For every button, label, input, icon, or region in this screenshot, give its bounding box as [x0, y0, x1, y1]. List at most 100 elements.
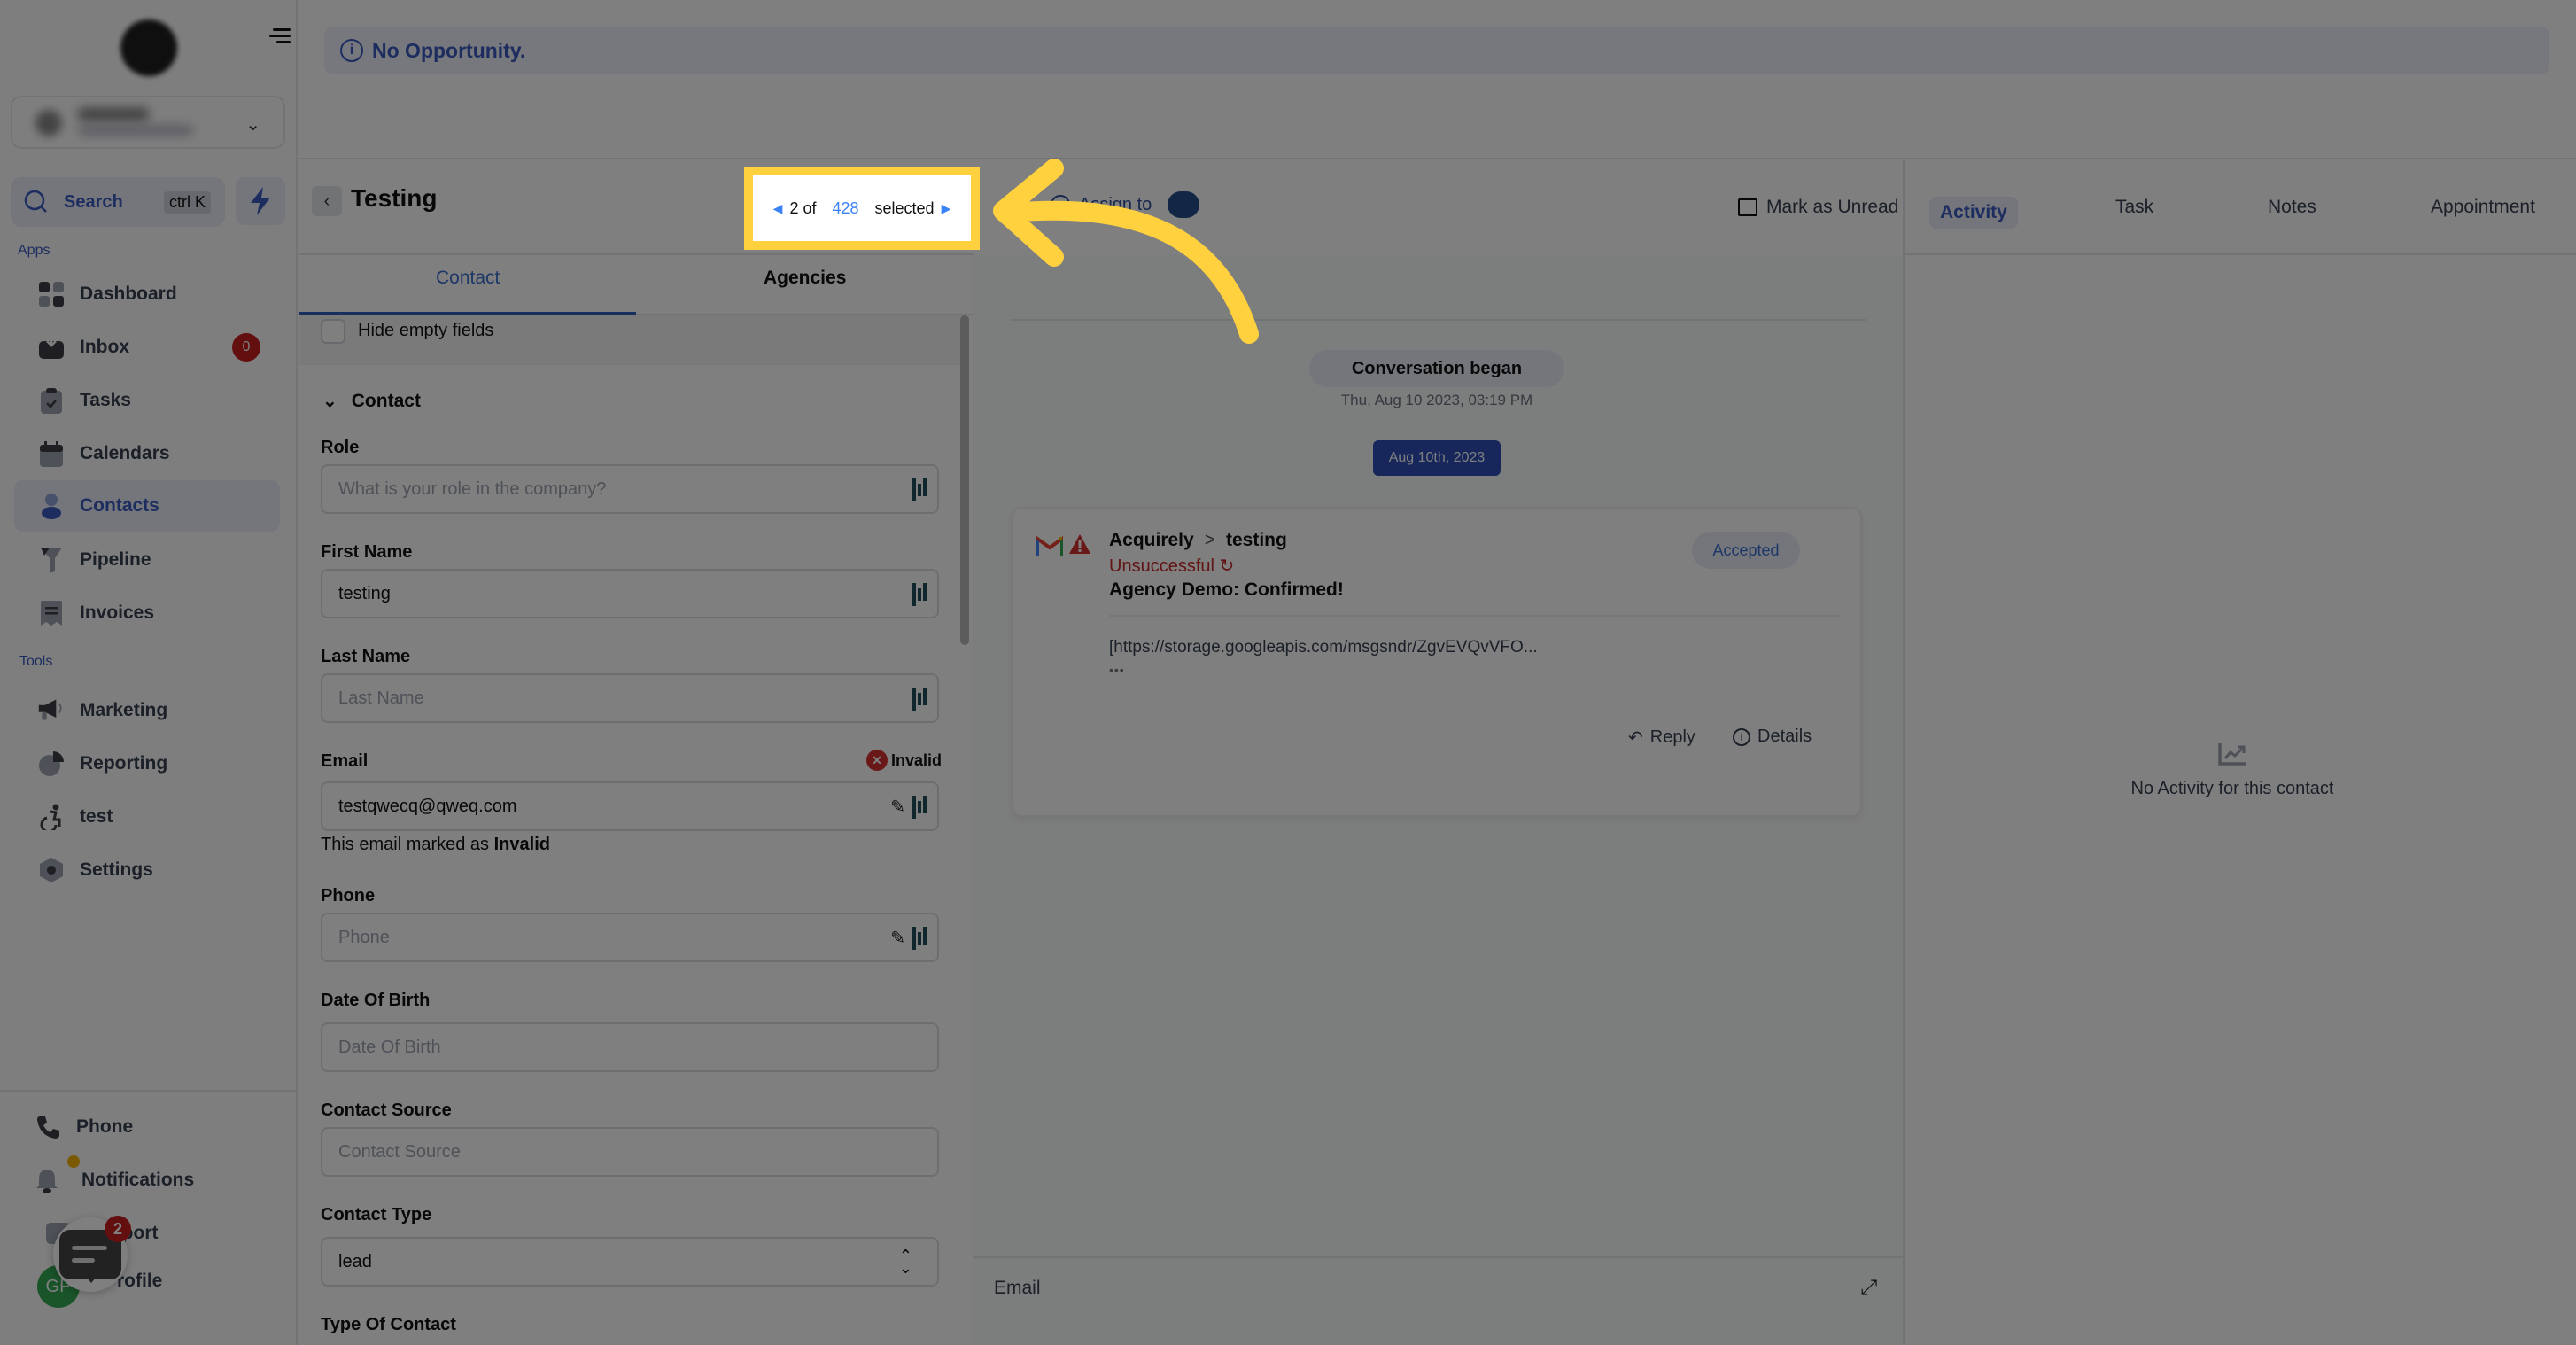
first-name-field[interactable]: testing	[321, 569, 939, 618]
sidebar-item-invoices[interactable]: Invoices	[14, 587, 280, 639]
tab-agencies[interactable]: Agencies	[764, 268, 846, 289]
invoices-icon	[37, 599, 66, 627]
contact-source-field[interactable]: Contact Source	[321, 1127, 939, 1177]
apps-section-label: Apps	[18, 243, 50, 258]
composer-channel-tab[interactable]: Email	[994, 1278, 1041, 1299]
pie-chart-icon	[37, 750, 66, 778]
message-body: [https://storage.googleapis.com/msgsndr/…	[1109, 638, 1538, 657]
date-chip: Aug 10th, 2023	[1373, 440, 1501, 476]
edit-icon[interactable]: ✎	[890, 796, 905, 818]
sidebar-item-test[interactable]: test	[14, 791, 280, 843]
contact-name: Testing	[351, 184, 438, 212]
previous-contact-button[interactable]: ◀	[773, 201, 783, 216]
expand-icon[interactable]: ⤢	[1860, 1276, 1877, 1301]
contact-panel-scrollbar[interactable]	[960, 315, 969, 645]
email-note-status: Invalid	[493, 835, 550, 854]
role-field[interactable]: What is your role in the company?	[321, 464, 939, 514]
account-subtitle	[78, 126, 193, 135]
pager-total[interactable]: 428	[832, 199, 858, 218]
custom-value-icon[interactable]	[912, 478, 930, 501]
sidebar-item-notifications[interactable]: Notifications	[35, 1155, 194, 1198]
tab-contact[interactable]: Contact	[436, 268, 500, 289]
message-from: Acquirely	[1109, 530, 1194, 550]
chat-unread-badge: 2	[105, 1216, 131, 1242]
route-separator: >	[1204, 530, 1215, 550]
dob-field[interactable]: Date Of Birth	[321, 1022, 939, 1072]
search-shortcut: ctrl K	[163, 191, 211, 214]
account-switcher[interactable]: ⌄	[11, 96, 285, 149]
sidebar-item-inbox[interactable]: Inbox 0	[14, 322, 280, 373]
reply-button[interactable]: ↶ Reply	[1628, 727, 1695, 749]
edit-icon[interactable]: ✎	[890, 927, 905, 949]
message-status: Unsuccessful ↻	[1109, 555, 1234, 577]
activity-empty-text: No Activity for this contact	[2130, 779, 2334, 798]
email-field[interactable]: testqwecq@qweq.com ✎	[321, 781, 939, 831]
sidebar-divider	[0, 1090, 296, 1092]
sidebar-item-tasks[interactable]: Tasks	[14, 375, 280, 426]
tasks-icon	[37, 386, 66, 415]
details-label: Details	[1757, 727, 1812, 746]
pipeline-icon	[37, 546, 66, 574]
search-label: Search	[64, 191, 123, 212]
back-button[interactable]: ‹	[312, 186, 342, 216]
sidebar-item-label: Pipeline	[80, 549, 151, 570]
select-updown-icon: ⌃ ⌄	[898, 1247, 912, 1277]
account-name	[78, 108, 149, 121]
details-button[interactable]: i Details	[1733, 727, 1812, 747]
contact-section-toggle[interactable]: ⌄ Contact	[322, 390, 421, 412]
search-button[interactable]: Search ctrl K	[11, 177, 225, 227]
sidebar-item-pipeline[interactable]: Pipeline	[14, 534, 280, 586]
last-name-field[interactable]: Last Name	[321, 673, 939, 723]
tab-activity[interactable]: Activity	[1929, 197, 2018, 229]
sidebar-item-settings[interactable]: Settings	[14, 844, 280, 896]
company-logo	[120, 19, 177, 76]
composer-divider	[973, 1256, 1903, 1258]
next-contact-button[interactable]: ▶	[942, 201, 951, 216]
custom-value-icon[interactable]	[912, 927, 930, 950]
email-invalid-note: This email marked as Invalid	[321, 835, 550, 855]
sidebar-item-marketing[interactable]: Marketing	[14, 685, 280, 736]
role-placeholder: What is your role in the company?	[338, 478, 607, 499]
sidebar-item-label: Phone	[76, 1116, 134, 1137]
sidebar-item-calendars[interactable]: Calendars	[14, 428, 280, 479]
conversation-began-chip: Conversation began	[1309, 350, 1564, 387]
message-route: Acquirely > testing	[1109, 530, 1287, 551]
notification-dot	[67, 1155, 80, 1168]
custom-value-icon[interactable]	[912, 583, 930, 606]
header-divider-top	[299, 158, 2576, 159]
sidebar-item-dashboard[interactable]: Dashboard	[14, 268, 280, 320]
opportunity-banner: i No Opportunity.	[324, 27, 2549, 74]
trending-chart-icon	[2218, 743, 2246, 766]
collapse-sidebar-button[interactable]	[269, 25, 291, 46]
opportunity-banner-text: No Opportunity.	[372, 38, 526, 62]
pager-current: 2 of	[789, 198, 817, 217]
contact-source-label: Contact Source	[321, 1100, 452, 1120]
sidebar-item-reporting[interactable]: Reporting	[14, 738, 280, 789]
bell-icon	[36, 1170, 58, 1193]
expand-message-button[interactable]: •••	[1109, 663, 1125, 677]
mark-as-unread-button[interactable]: Mark as Unread	[1738, 197, 1898, 218]
envelope-icon	[1738, 198, 1757, 216]
retry-icon[interactable]: ↻	[1220, 556, 1235, 576]
dob-label: Date Of Birth	[321, 991, 431, 1010]
message-divider	[1109, 615, 1841, 617]
sidebar-item-label: Dashboard	[80, 284, 177, 304]
tab-appointment[interactable]: Appointment	[2431, 197, 2535, 218]
contact-pager: ◀ 2 of 428 selected ▶	[753, 175, 971, 241]
tab-task[interactable]: Task	[2115, 197, 2153, 218]
assign-to-button[interactable]: Assign to	[1051, 191, 1200, 218]
last-name-label: Last Name	[321, 647, 411, 666]
info-icon: i	[340, 39, 363, 62]
tab-notes[interactable]: Notes	[2268, 197, 2316, 218]
contact-type-select[interactable]: lead ⌃ ⌄	[321, 1237, 939, 1287]
email-status: Invalid	[891, 750, 943, 769]
sidebar-item-contacts[interactable]: Contacts	[14, 480, 280, 532]
assignee-avatar	[1168, 191, 1200, 218]
hide-empty-fields-checkbox[interactable]	[321, 319, 345, 344]
sidebar-item-phone[interactable]: Phone	[35, 1109, 133, 1145]
sidebar: ⌄ Search ctrl K Apps Dashboard Inbox 0 T…	[0, 0, 298, 1345]
quick-actions-button[interactable]	[236, 177, 285, 225]
phone-field[interactable]: Phone ✎	[321, 913, 939, 962]
custom-value-icon[interactable]	[912, 796, 930, 819]
custom-value-icon[interactable]	[912, 688, 930, 711]
